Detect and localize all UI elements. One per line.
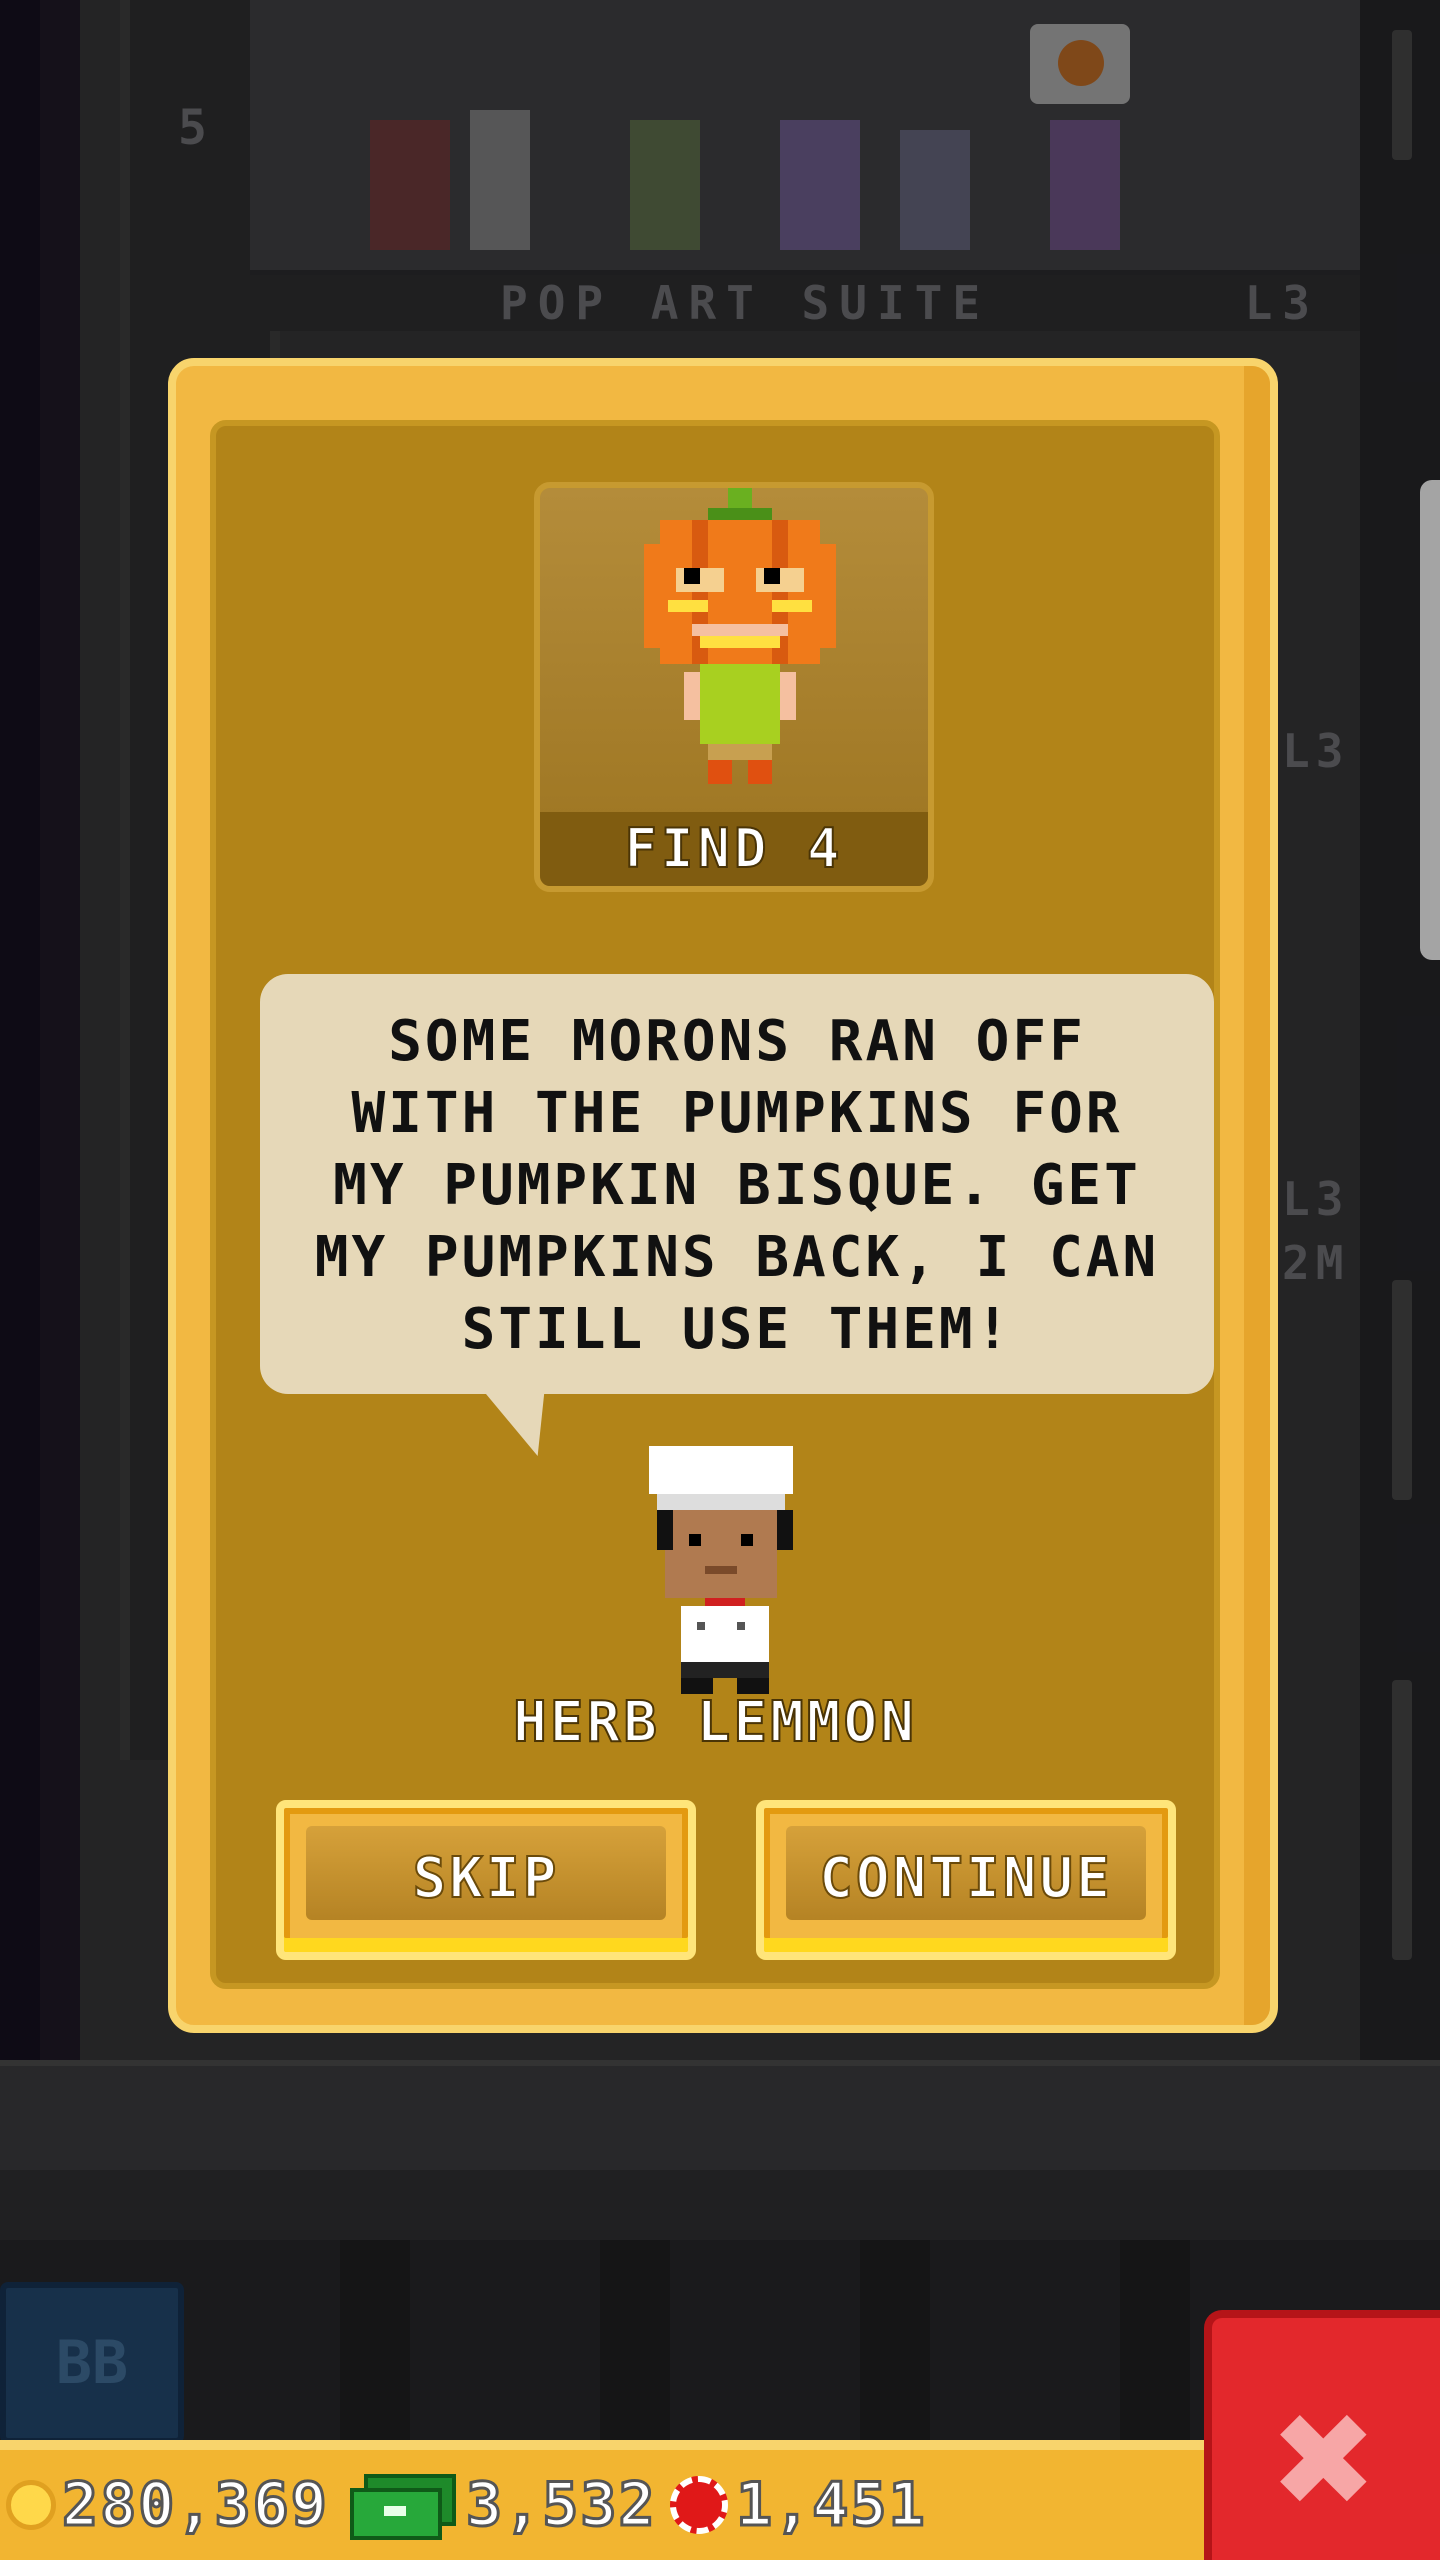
speech-bubble: SOME MORONS RAN OFF WITH THE PUMPKINS FO… <box>260 974 1214 1456</box>
pumpkin-head-character-icon <box>644 488 836 784</box>
close-icon: ✖ <box>1274 2360 1378 2558</box>
tower-bux-icon <box>350 2474 456 2540</box>
quest-dialog-panel: FIND 4 SOME MORONS RAN OFF WITH THE PUMP… <box>210 420 1220 1989</box>
find-count-label: FIND 4 <box>540 812 928 886</box>
npc-name: HERB LEMMON <box>512 1689 917 1756</box>
skip-button[interactable]: SKIP <box>276 1800 696 1960</box>
quest-dialog: FIND 4 SOME MORONS RAN OFF WITH THE PUMP… <box>168 358 1278 2033</box>
coins-count: 280,369 <box>61 2469 329 2542</box>
skip-button-label: SKIP <box>306 1826 666 1920</box>
quest-target-card: FIND 4 <box>534 482 934 892</box>
continue-button[interactable]: CONTINUE <box>756 1800 1176 1960</box>
token-chip-icon <box>670 2476 728 2534</box>
ground-floor <box>0 2060 1440 2176</box>
currency-status-bar: 280,369 3,532 1,451 <box>0 2440 1210 2560</box>
quest-message: SOME MORONS RAN OFF WITH THE PUMPKINS FO… <box>314 1009 1160 1362</box>
bb-button[interactable]: BB <box>0 2282 184 2444</box>
tokens-count: 1,451 <box>735 2469 927 2542</box>
bux-count: 3,532 <box>465 2469 657 2542</box>
coin-icon <box>6 2480 56 2530</box>
ground-strip <box>0 2170 1440 2240</box>
chef-character-icon <box>649 1446 793 1694</box>
close-button[interactable]: ✖ <box>1204 2310 1440 2560</box>
continue-button-label: CONTINUE <box>786 1826 1146 1920</box>
